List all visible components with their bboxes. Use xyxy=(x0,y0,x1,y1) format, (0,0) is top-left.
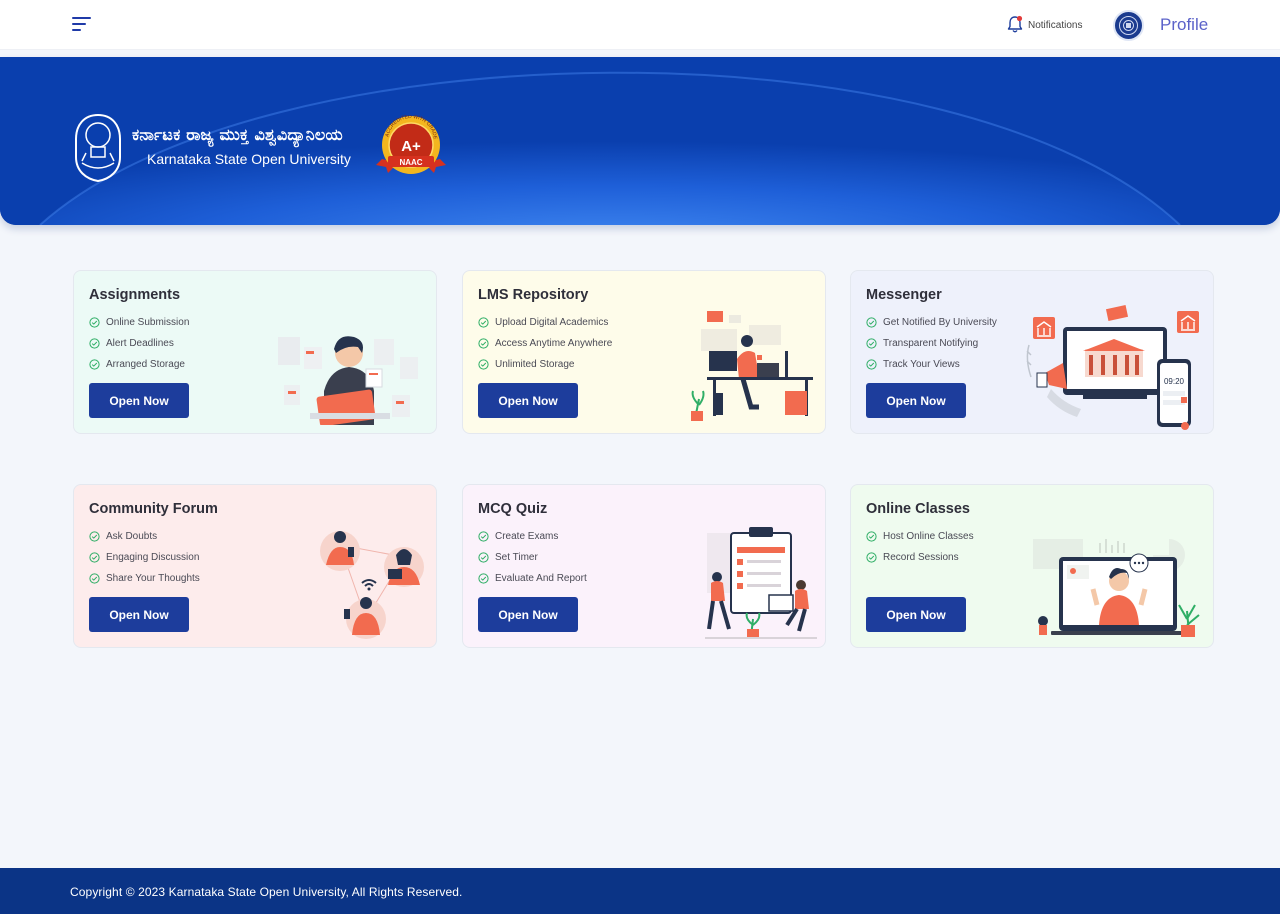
naac-badge-icon: A+ NAAC ACCREDITED WITH GRADE xyxy=(376,115,446,174)
card-title: Online Classes xyxy=(866,501,970,517)
lms-repository-illustration xyxy=(691,311,813,421)
community-forum-illustration xyxy=(320,531,424,639)
check-circle-icon xyxy=(89,317,100,328)
card-mcq-quiz: MCQ Quiz Create Exams Set Timer Evaluate… xyxy=(462,484,826,648)
feature-item: Engaging Discussion xyxy=(89,547,200,568)
feature-item: Ask Doubts xyxy=(89,526,200,547)
feature-item: Share Your Thoughts xyxy=(89,568,200,589)
card-title: MCQ Quiz xyxy=(478,501,548,517)
check-circle-icon xyxy=(866,531,877,542)
feature-item: Set Timer xyxy=(478,547,587,568)
check-circle-icon xyxy=(89,552,100,563)
open-community-forum-button[interactable]: Open Now xyxy=(89,597,189,632)
check-circle-icon xyxy=(866,317,877,328)
bell-icon xyxy=(1007,15,1023,33)
mcq-quiz-illustration xyxy=(705,527,817,639)
card-title: LMS Repository xyxy=(478,287,589,303)
university-name-english: Karnataka State Open University xyxy=(147,151,351,167)
open-lms-repository-button[interactable]: Open Now xyxy=(478,383,578,418)
university-name-kannada: ಕರ್ನಾಟಕ ರಾಜ್ಯ ಮುಕ್ತ ವಿಶ್ವವಿದ್ಯಾನಿಲಯ xyxy=(132,125,343,144)
feature-list: Host Online Classes Record Sessions xyxy=(866,526,974,568)
check-circle-icon xyxy=(866,338,877,349)
feature-item: Upload Digital Academics xyxy=(478,312,612,333)
svg-text:NAAC: NAAC xyxy=(399,158,422,167)
feature-item: Get Notified By University xyxy=(866,312,997,333)
profile-avatar[interactable] xyxy=(1113,10,1144,41)
check-circle-icon xyxy=(866,359,877,370)
open-assignments-button[interactable]: Open Now xyxy=(89,383,189,418)
check-circle-icon xyxy=(89,531,100,542)
check-circle-icon xyxy=(478,359,489,370)
card-messenger: Messenger Get Notified By University Tra… xyxy=(850,270,1214,434)
card-title: Messenger xyxy=(866,287,942,303)
university-emblem xyxy=(75,113,121,183)
hero-banner: ಕರ್ನಾಟಕ ರಾಜ್ಯ ಮುಕ್ತ ವಿಶ್ವವಿದ್ಯಾನಿಲಯ Karn… xyxy=(0,57,1280,225)
footer: Copyright © 2023 Karnataka State Open Un… xyxy=(0,868,1280,914)
feature-list: Online Submission Alert Deadlines Arrang… xyxy=(89,312,189,375)
card-lms-repository: LMS Repository Upload Digital Academics … xyxy=(462,270,826,434)
check-circle-icon xyxy=(478,317,489,328)
feature-item: Transparent Notifying xyxy=(866,333,997,354)
notifications-label: Notifications xyxy=(1028,19,1083,31)
check-circle-icon xyxy=(478,573,489,584)
feature-item: Access Anytime Anywhere xyxy=(478,333,612,354)
online-classes-illustration xyxy=(1033,539,1200,637)
copyright-text: Copyright © 2023 Karnataka State Open Un… xyxy=(70,885,463,899)
svg-text:09:20: 09:20 xyxy=(1164,377,1185,386)
messenger-illustration: 09:20 xyxy=(1026,305,1199,430)
notifications-button[interactable]: Notifications xyxy=(1006,14,1082,36)
feature-item: Track Your Views xyxy=(866,354,997,375)
feature-item: Unlimited Storage xyxy=(478,354,612,375)
hamburger-menu-icon[interactable] xyxy=(72,16,94,34)
card-online-classes: Online Classes Host Online Classes Recor… xyxy=(850,484,1214,648)
check-circle-icon xyxy=(478,338,489,349)
card-community-forum: Community Forum Ask Doubts Engaging Disc… xyxy=(73,484,437,648)
feature-item: Alert Deadlines xyxy=(89,333,189,354)
feature-item: Record Sessions xyxy=(866,547,974,568)
feature-item: Evaluate And Report xyxy=(478,568,587,589)
assignments-illustration xyxy=(278,336,418,425)
feature-item: Arranged Storage xyxy=(89,354,189,375)
feature-list: Get Notified By University Transparent N… xyxy=(866,312,997,375)
check-circle-icon xyxy=(89,338,100,349)
feature-list: Ask Doubts Engaging Discussion Share You… xyxy=(89,526,200,589)
check-circle-icon xyxy=(478,531,489,542)
check-circle-icon xyxy=(866,552,877,563)
check-circle-icon xyxy=(478,552,489,563)
feature-list: Upload Digital Academics Access Anytime … xyxy=(478,312,612,375)
feature-item: Host Online Classes xyxy=(866,526,974,547)
profile-link[interactable]: Profile xyxy=(1160,15,1208,35)
university-seal-icon xyxy=(1116,13,1141,38)
check-circle-icon xyxy=(89,573,100,584)
feature-item: Online Submission xyxy=(89,312,189,333)
feature-item: Create Exams xyxy=(478,526,587,547)
feature-list: Create Exams Set Timer Evaluate And Repo… xyxy=(478,526,587,589)
card-title: Community Forum xyxy=(89,501,218,517)
card-assignments: Assignments Online Submission Alert Dead… xyxy=(73,270,437,434)
card-title: Assignments xyxy=(89,287,181,303)
open-messenger-button[interactable]: Open Now xyxy=(866,383,966,418)
top-bar: Notifications Profile xyxy=(0,0,1280,50)
open-mcq-quiz-button[interactable]: Open Now xyxy=(478,597,578,632)
open-online-classes-button[interactable]: Open Now xyxy=(866,597,966,632)
svg-text:A+: A+ xyxy=(401,138,421,155)
check-circle-icon xyxy=(89,359,100,370)
